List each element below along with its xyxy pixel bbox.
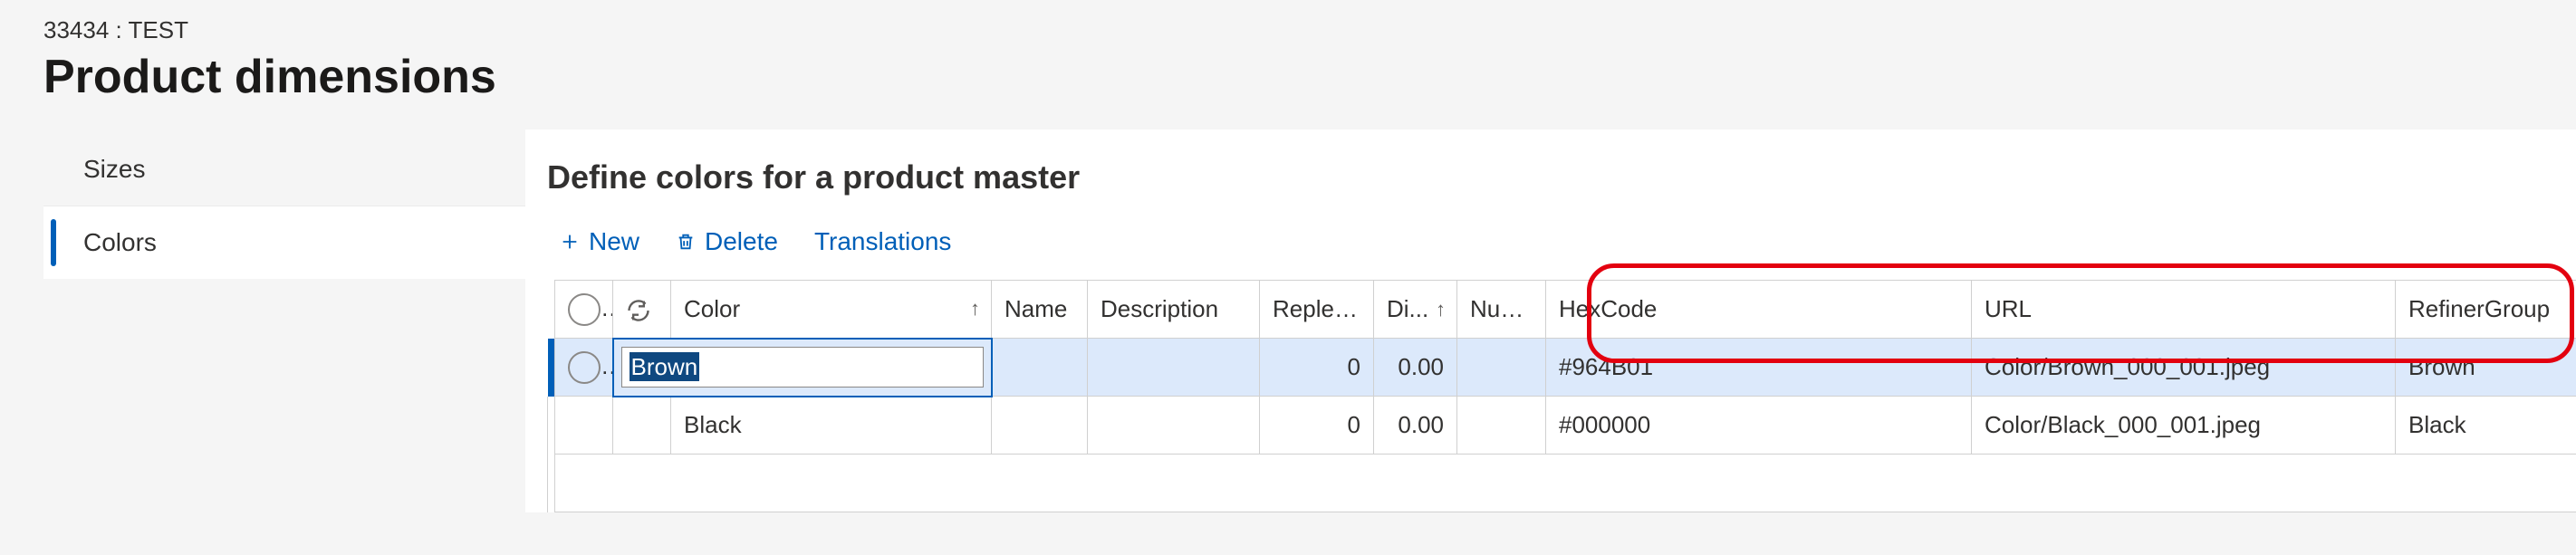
cell-dimension[interactable]: 0.00 (1374, 339, 1457, 397)
col-replenishment[interactable]: Repleni... (1260, 281, 1374, 339)
delete-button-label: Delete (705, 227, 778, 256)
cell-url[interactable]: Color/Black_000_001.jpeg (1972, 397, 2396, 455)
cell-description[interactable] (1088, 397, 1260, 455)
grid-header-row: Color↑ Name Description Repleni... Di...… (548, 281, 2576, 339)
refresh-icon (626, 298, 651, 323)
translations-button[interactable]: Translations (814, 227, 951, 256)
cell-url[interactable]: Color/Brown_000_001.jpeg (1972, 339, 2396, 397)
sidebar-item-sizes[interactable]: Sizes (43, 133, 525, 206)
table-row[interactable]: Brown 0 0.00 #964B01 Color/Brown_000_001… (548, 339, 2576, 397)
page-title: Product dimensions (43, 50, 2533, 104)
new-button[interactable]: New (560, 227, 639, 256)
delete-button[interactable]: Delete (676, 227, 778, 256)
plus-icon (560, 232, 580, 252)
sidebar-item-label: Colors (83, 228, 157, 256)
new-button-label: New (589, 227, 639, 256)
refresh-header[interactable] (613, 281, 671, 339)
color-input[interactable]: Brown (621, 347, 984, 388)
trash-icon (676, 232, 696, 252)
cell-name[interactable] (992, 339, 1088, 397)
col-description[interactable]: Description (1088, 281, 1260, 339)
col-hexcode[interactable]: HexCode (1546, 281, 1972, 339)
col-dimension[interactable]: Di...↑ (1374, 281, 1457, 339)
table-row-empty (548, 455, 2576, 512)
row-selector[interactable] (555, 397, 613, 455)
colors-grid: Color↑ Name Description Repleni... Di...… (547, 280, 2576, 512)
col-url[interactable]: URL (1972, 281, 2396, 339)
cell-number[interactable] (1457, 397, 1546, 455)
cell-replenishment[interactable]: 0 (1260, 397, 1374, 455)
sort-asc-icon: ↑ (1436, 298, 1446, 321)
sidebar-item-label: Sizes (83, 155, 145, 183)
col-refinergroup[interactable]: RefinerGroup (2396, 281, 2576, 339)
cell-number[interactable] (1457, 339, 1546, 397)
grid-toolbar: New Delete Translations (547, 227, 2576, 256)
circle-icon (568, 351, 601, 384)
col-color[interactable]: Color↑ (671, 281, 992, 339)
sort-asc-icon: ↑ (970, 297, 980, 321)
cell-hexcode[interactable]: #000000 (1546, 397, 1972, 455)
cell-dimension[interactable]: 0.00 (1374, 397, 1457, 455)
select-all-header[interactable] (555, 281, 613, 339)
cell-refinergroup[interactable]: Brown (2396, 339, 2576, 397)
cell-refinergroup[interactable]: Black (2396, 397, 2576, 455)
table-row[interactable]: Black 0 0.00 #000000 Color/Black_000_001… (548, 397, 2576, 455)
dimension-tabs-sidebar: Sizes Colors (43, 129, 525, 512)
circle-icon (568, 293, 601, 326)
page-header: 33434 : TEST Product dimensions (0, 0, 2576, 129)
col-number[interactable]: Num... (1457, 281, 1546, 339)
cell-color[interactable]: Black (671, 397, 992, 455)
breadcrumb: 33434 : TEST (43, 16, 2533, 44)
translations-button-label: Translations (814, 227, 951, 256)
cell-hexcode[interactable]: #964B01 (1546, 339, 1972, 397)
col-name[interactable]: Name (992, 281, 1088, 339)
cell-name[interactable] (992, 397, 1088, 455)
sidebar-item-colors[interactable]: Colors (43, 206, 525, 280)
cell-description[interactable] (1088, 339, 1260, 397)
main-panel: Define colors for a product master New D… (525, 129, 2576, 512)
row-selector[interactable] (555, 339, 613, 397)
section-title: Define colors for a product master (547, 158, 2576, 196)
cell-replenishment[interactable]: 0 (1260, 339, 1374, 397)
cell-color[interactable]: Brown (613, 339, 992, 397)
